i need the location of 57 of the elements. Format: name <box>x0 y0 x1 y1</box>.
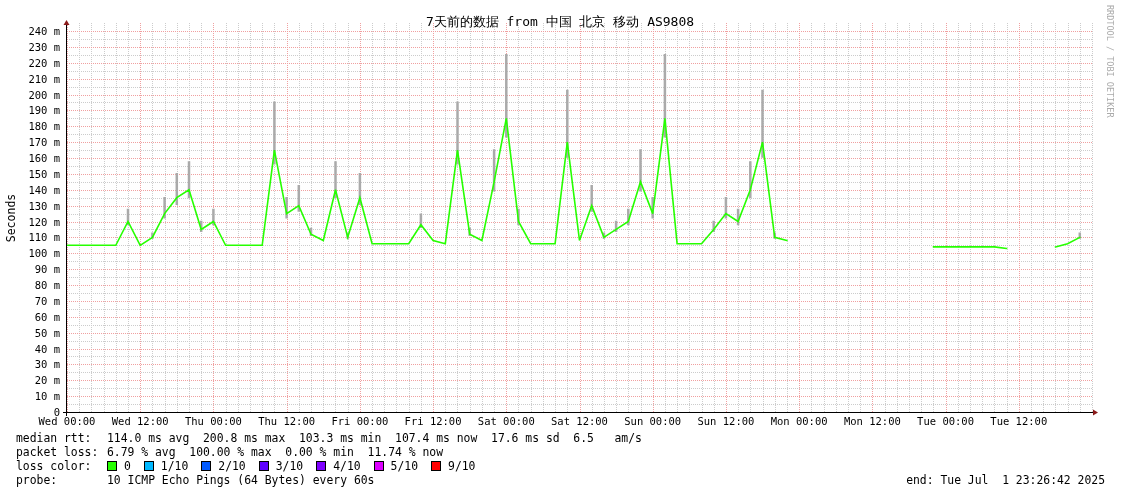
tick-label: 10 m <box>34 390 60 403</box>
tick-label: Sun 12:00 <box>697 415 755 427</box>
tick-label: Fri 00:00 <box>331 415 389 427</box>
tick-label: Tue 12:00 <box>990 415 1048 427</box>
axis-title: Seconds <box>4 193 18 243</box>
tick-label: 150 m <box>28 167 60 180</box>
chart-title: 7天前的数据 from 中国 北京 移动 AS9808 <box>425 14 695 29</box>
tick-label: 120 m <box>28 215 60 228</box>
tick-label: 200 m <box>28 88 60 101</box>
tick-label: 210 m <box>28 72 60 85</box>
tick-label: Thu 12:00 <box>258 415 316 427</box>
tick-label: 240 m <box>28 25 60 37</box>
legend-label: probe: <box>16 473 59 487</box>
tick-label: Mon 00:00 <box>770 415 828 427</box>
tick-label: 180 m <box>28 120 60 133</box>
tick-label: Wed 12:00 <box>111 415 169 427</box>
tick-label: 40 m <box>34 342 60 355</box>
legend-value: 0 <box>124 459 131 473</box>
tick-label: 50 m <box>34 326 60 339</box>
tick-label: Tue 00:00 <box>917 415 974 427</box>
end-time: end: Tue Jul 1 23:26:42 2025 <box>906 473 1105 487</box>
tick-label: 130 m <box>28 199 60 212</box>
legend-value: 1/10 <box>160 459 189 473</box>
tick-label: 90 m <box>34 263 60 276</box>
tick-label: Sat 00:00 <box>477 415 535 427</box>
legend-value: 3/10 <box>275 459 304 473</box>
legend-value: 9/10 <box>448 459 476 473</box>
legend-value: 114.0 ms avg 200.8 ms max 103.3 ms min 107.4 ms now 17.6 ms sd 6.5 am/s <box>107 431 642 445</box>
tick-label: Sun 00:00 <box>624 415 682 427</box>
tick-label: 110 m <box>28 231 60 244</box>
tick-label: 0 <box>53 406 60 418</box>
tick-label: 20 m <box>34 374 60 387</box>
tick-label: 140 m <box>28 183 60 196</box>
legend-value: 5/10 <box>390 459 419 473</box>
tick-label: Wed 00:00 <box>38 415 96 427</box>
tick-label: 80 m <box>34 279 60 291</box>
tick-label: Thu 00:00 <box>185 415 242 427</box>
legend-label: median rtt: <box>16 431 93 445</box>
tick-label: 160 m <box>28 152 60 164</box>
tick-label: 60 m <box>34 310 60 323</box>
tick-label: 220 m <box>28 56 60 69</box>
tick-label: 170 m <box>28 136 60 149</box>
tick-label: Fri 12:00 <box>404 415 462 427</box>
legend-value: 6.79 % avg 100.00 % max 0.00 % min 11.74 % now <box>107 445 444 459</box>
tick-label: 30 m <box>34 358 60 371</box>
tick-label: 190 m <box>28 104 60 117</box>
tick-label: Mon 12:00 <box>843 415 901 427</box>
legend-label: loss color: <box>16 459 93 473</box>
side-note: RRDTOOL / TOBI OETIKER <box>1105 5 1115 118</box>
legend-label: packet loss: <box>16 445 100 459</box>
legend-value: 10 ICMP Echo Pings (64 Bytes) every 60s <box>107 473 375 487</box>
tick-label: 100 m <box>28 247 60 260</box>
legend-value: 2/10 <box>218 459 246 473</box>
tick-label: Sat 12:00 <box>551 415 608 427</box>
tick-label: 230 m <box>28 40 60 53</box>
legend-value: 4/10 <box>333 459 361 473</box>
tick-label: 70 m <box>34 294 60 307</box>
